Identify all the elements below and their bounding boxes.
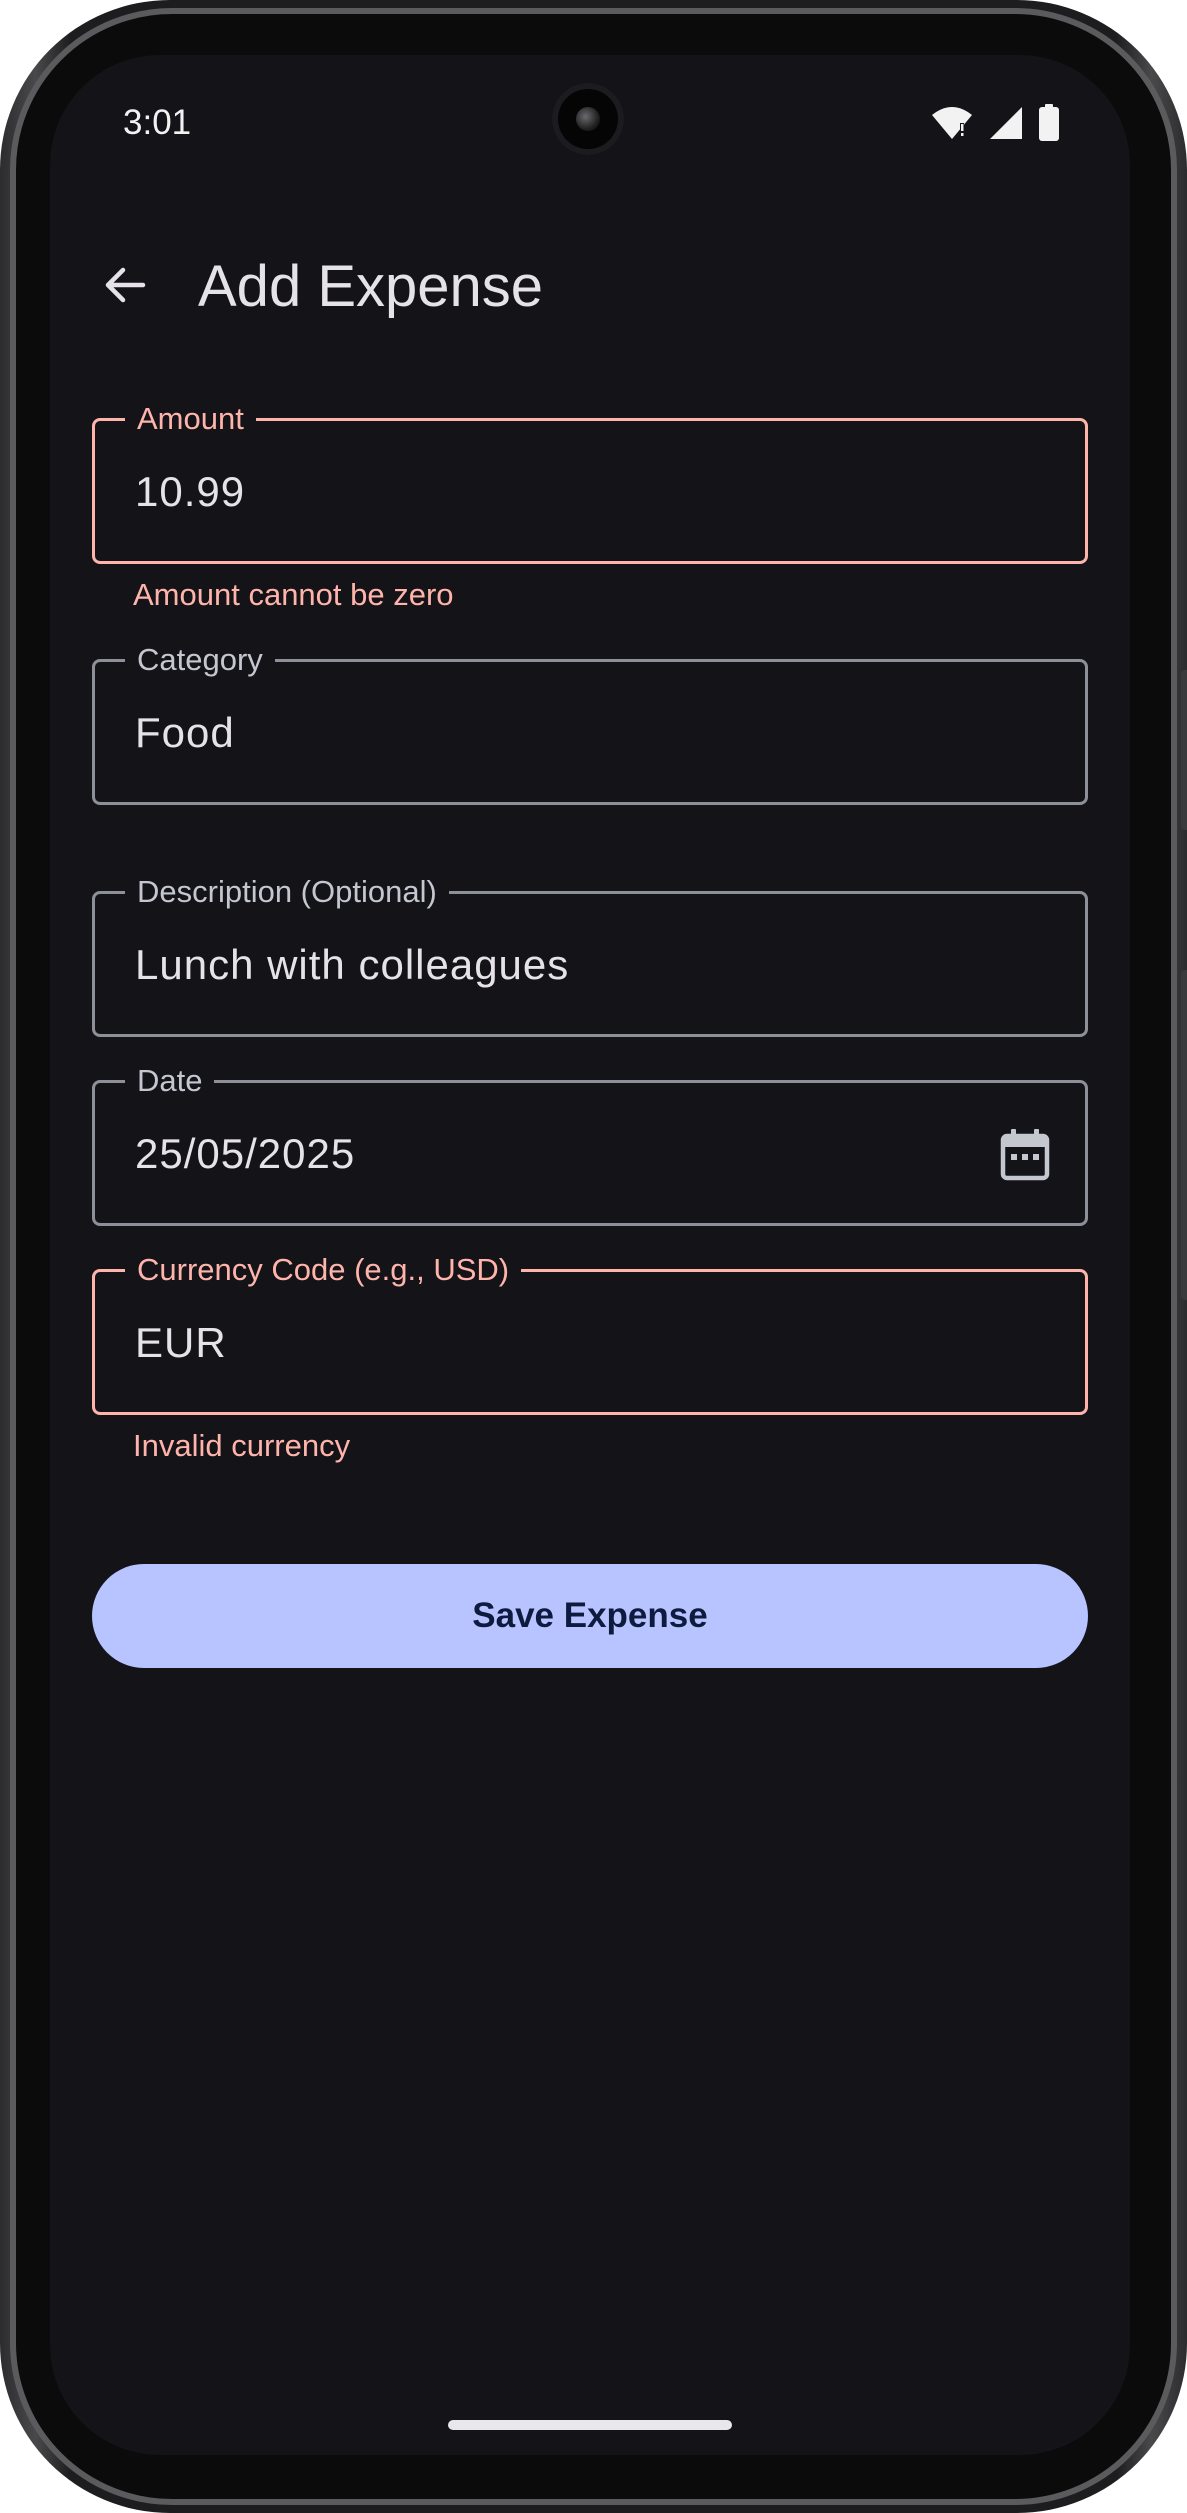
screen: 3:01 Add Expense Amount 10.99 Amount can… (50, 55, 1130, 2455)
back-button[interactable] (90, 250, 160, 320)
category-field[interactable]: Category Food (92, 643, 1088, 805)
currency-error-text: Invalid currency (133, 1428, 351, 1463)
amount-field[interactable]: Amount 10.99 (92, 402, 1088, 564)
home-indicator[interactable] (448, 2420, 732, 2430)
volume-button (1181, 670, 1187, 830)
status-bar: 3:01 (50, 55, 1130, 185)
category-value: Food (135, 709, 235, 756)
currency-label: Currency Code (e.g., USD) (125, 1253, 522, 1287)
top-app-bar: Add Expense (50, 225, 1130, 345)
currency-field[interactable]: Currency Code (e.g., USD) EUR (92, 1253, 1088, 1415)
page-title: Add Expense (198, 254, 544, 319)
save-expense-button[interactable]: Save Expense (92, 1564, 1088, 1668)
amount-error-text: Amount cannot be zero (133, 577, 454, 612)
currency-value: EUR (135, 1319, 227, 1366)
calendar-icon[interactable] (997, 1127, 1053, 1183)
battery-icon (1039, 104, 1059, 141)
phone-frame: 3:01 Add Expense Amount 10.99 Amount can… (0, 0, 1187, 2513)
description-label: Description (Optional) (125, 875, 449, 909)
front-camera (552, 83, 624, 155)
cellular-icon (990, 107, 1022, 139)
date-label: Date (125, 1064, 215, 1098)
description-value: Lunch with colleagues (135, 941, 570, 988)
wifi-icon (932, 107, 972, 139)
category-label: Category (125, 643, 275, 677)
amount-label: Amount (125, 402, 256, 436)
date-value: 25/05/2025 (135, 1130, 356, 1177)
description-field[interactable]: Description (Optional) Lunch with collea… (92, 875, 1088, 1037)
date-field[interactable]: Date 25/05/2025 (92, 1064, 1088, 1226)
status-time: 3:01 (123, 103, 192, 142)
power-button (1181, 970, 1187, 1300)
amount-value: 10.99 (135, 468, 246, 515)
arrow-back-icon (105, 267, 146, 303)
status-icons (930, 103, 1060, 143)
